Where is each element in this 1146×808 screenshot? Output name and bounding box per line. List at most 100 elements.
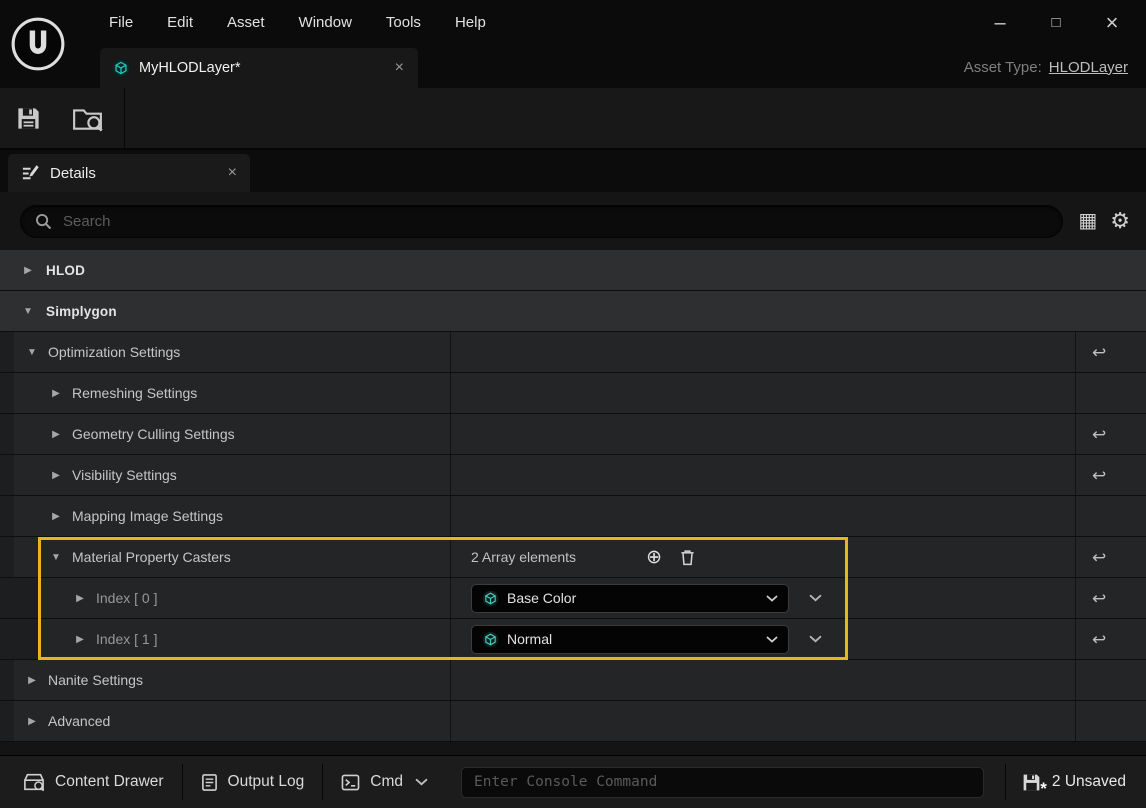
reset-to-default-icon[interactable]: ↩ — [1092, 467, 1106, 484]
material-property-dropdown[interactable]: Base Color — [471, 584, 789, 613]
chevron-down-icon[interactable] — [415, 778, 428, 786]
unreal-editor-window: File Edit Asset Window Tools Help – □ × … — [0, 0, 1146, 808]
unsaved-save-icon: * — [1021, 772, 1042, 793]
element-options-chevron-icon[interactable] — [809, 635, 822, 643]
property-label: Mapping Image Settings — [72, 508, 223, 524]
menu-tools[interactable]: Tools — [369, 0, 438, 46]
search-box[interactable] — [20, 205, 1063, 238]
reset-to-default-icon[interactable]: ↩ — [1092, 344, 1106, 361]
collapsed-arrow-icon[interactable]: ▶ — [50, 388, 62, 399]
name-cell: ▶ Advanced — [0, 701, 451, 741]
property-label: Material Property Casters — [72, 549, 231, 565]
property-row-advanced[interactable]: ▶ Advanced — [0, 701, 1146, 742]
property-row-index-0[interactable]: ▶ Index [ 0 ] Base Color — [0, 578, 1146, 619]
value-cell — [451, 701, 1076, 741]
property-row-geometry-culling-settings[interactable]: ▶ Geometry Culling Settings ↩ — [0, 414, 1146, 455]
value-cell — [451, 332, 1076, 372]
reset-cell: ↩ — [1076, 414, 1146, 454]
indent-gutter — [0, 414, 14, 454]
unsaved-changes-indicator[interactable]: * 2 Unsaved — [1009, 772, 1138, 793]
expanded-arrow-icon[interactable]: ▼ — [22, 306, 34, 317]
tab-myhlodlayer[interactable]: MyHLODLayer* × — [100, 48, 418, 88]
property-row-visibility-settings[interactable]: ▶ Visibility Settings ↩ — [0, 455, 1146, 496]
collapsed-arrow-icon[interactable]: ▶ — [26, 675, 38, 686]
collapsed-arrow-icon[interactable]: ▶ — [50, 429, 62, 440]
property-row-nanite-settings[interactable]: ▶ Nanite Settings — [0, 660, 1146, 701]
add-array-element-icon[interactable]: ⊕ — [646, 548, 662, 567]
toolbar-separator — [124, 87, 125, 149]
property-label: Nanite Settings — [48, 672, 143, 688]
maximize-button[interactable]: □ — [1028, 0, 1084, 46]
name-cell: ▶ Geometry Culling Settings — [0, 414, 451, 454]
details-tab-strip: Details × — [0, 150, 1146, 192]
output-log-icon — [201, 773, 218, 792]
window-controls: – □ × — [972, 0, 1140, 46]
asset-type-label: Asset Type: — [964, 59, 1042, 76]
category-label: Simplygon — [46, 304, 117, 319]
menu-window[interactable]: Window — [282, 0, 369, 46]
indent-gutter — [0, 373, 14, 413]
category-row-hlod[interactable]: ▶ HLOD — [0, 250, 1146, 291]
property-cube-icon — [482, 631, 499, 648]
property-row-index-1[interactable]: ▶ Index [ 1 ] Normal — [0, 619, 1146, 660]
collapsed-arrow-icon[interactable]: ▶ — [50, 470, 62, 481]
tab-details[interactable]: Details × — [8, 154, 250, 192]
unsaved-label: 2 Unsaved — [1052, 773, 1126, 791]
statusbar-separator — [322, 764, 323, 800]
name-cell: ▶ Remeshing Settings — [0, 373, 451, 413]
search-input[interactable] — [63, 213, 1048, 230]
expanded-arrow-icon[interactable]: ▼ — [50, 552, 62, 563]
property-row-mapping-image-settings[interactable]: ▶ Mapping Image Settings — [0, 496, 1146, 537]
value-cell — [451, 373, 1076, 413]
statusbar-separator — [182, 764, 183, 800]
details-tab-close-icon[interactable]: × — [228, 165, 237, 181]
value-cell — [451, 496, 1076, 536]
title-bar: File Edit Asset Window Tools Help – □ × — [0, 0, 1146, 46]
reset-to-default-icon[interactable]: ↩ — [1092, 549, 1106, 566]
property-label: Geometry Culling Settings — [72, 426, 235, 442]
collapsed-arrow-icon[interactable]: ▶ — [74, 634, 86, 645]
save-button[interactable] — [0, 88, 57, 148]
collapsed-arrow-icon[interactable]: ▶ — [22, 265, 34, 276]
display-filter-grid-icon[interactable]: ▦ — [1078, 211, 1097, 231]
property-row-optimization-settings[interactable]: ▼ Optimization Settings ↩ — [0, 332, 1146, 373]
indent-gutter — [0, 578, 38, 618]
material-property-dropdown[interactable]: Normal — [471, 625, 789, 654]
console-command-field[interactable] — [461, 767, 984, 798]
collapsed-arrow-icon[interactable]: ▶ — [50, 511, 62, 522]
property-row-material-property-casters[interactable]: ▼ Material Property Casters 2 Array elem… — [0, 537, 1146, 578]
expanded-arrow-icon[interactable]: ▼ — [26, 347, 38, 358]
minimize-button[interactable]: – — [972, 0, 1028, 46]
tab-close-icon[interactable]: × — [395, 60, 404, 76]
search-icon — [35, 213, 52, 230]
collapsed-arrow-icon[interactable]: ▶ — [26, 716, 38, 727]
browse-to-asset-button[interactable] — [57, 88, 118, 148]
browse-folder-search-icon — [72, 105, 103, 132]
menu-help[interactable]: Help — [438, 0, 503, 46]
reset-to-default-icon[interactable]: ↩ — [1092, 426, 1106, 443]
delete-array-elements-icon[interactable] — [680, 549, 695, 566]
details-tab-label: Details — [50, 165, 218, 182]
cmd-console-button[interactable]: Cmd — [326, 756, 443, 808]
details-property-tree: ▶ HLOD ▼ Simplygon ▼ Optimization Settin… — [0, 250, 1146, 742]
settings-gear-icon[interactable]: ⚙ — [1110, 210, 1130, 232]
reset-to-default-icon[interactable]: ↩ — [1092, 590, 1106, 607]
asset-type-link[interactable]: HLODLayer — [1049, 59, 1128, 76]
content-drawer-button[interactable]: Content Drawer — [8, 756, 179, 808]
close-button[interactable]: × — [1084, 0, 1140, 46]
property-row-remeshing-settings[interactable]: ▶ Remeshing Settings — [0, 373, 1146, 414]
indent-gutter — [0, 537, 14, 577]
console-command-input[interactable] — [474, 774, 971, 790]
indent-gutter — [0, 619, 38, 659]
menu-asset[interactable]: Asset — [210, 0, 282, 46]
reset-to-default-icon[interactable]: ↩ — [1092, 631, 1106, 648]
cmd-label: Cmd — [370, 773, 403, 791]
collapsed-arrow-icon[interactable]: ▶ — [74, 593, 86, 604]
menu-file[interactable]: File — [92, 0, 150, 46]
value-cell — [451, 455, 1076, 495]
menu-edit[interactable]: Edit — [150, 0, 210, 46]
element-options-chevron-icon[interactable] — [809, 594, 822, 602]
category-row-simplygon[interactable]: ▼ Simplygon — [0, 291, 1146, 332]
reset-cell — [1076, 496, 1146, 536]
output-log-button[interactable]: Output Log — [186, 756, 320, 808]
